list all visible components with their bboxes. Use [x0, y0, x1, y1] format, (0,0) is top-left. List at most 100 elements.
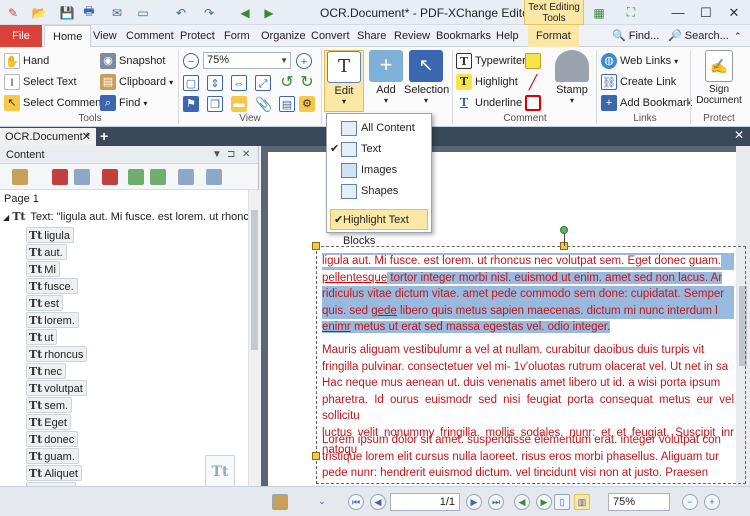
pane-close-icon[interactable]: ✕ — [242, 146, 250, 164]
underline-button[interactable]: T Underline — [456, 95, 522, 111]
menu-item-shapes[interactable]: Shapes — [327, 181, 431, 202]
tab-bookmarks[interactable]: Bookmarks — [436, 25, 491, 47]
maximize-icon[interactable]: ☐ — [692, 0, 720, 25]
tab-view[interactable]: View — [93, 25, 117, 47]
properties-icon[interactable] — [178, 169, 194, 185]
tree-word-node[interactable]: Tt Eget — [26, 414, 71, 430]
rotate-right-button[interactable]: ↻ — [299, 75, 315, 91]
edit-button[interactable]: T Edit ▾ — [324, 50, 364, 112]
save-icon[interactable]: 💾 — [58, 4, 76, 21]
menu-item-text[interactable]: ✔ Text — [327, 139, 431, 160]
zoom-combo[interactable]: 75% ▼ — [203, 52, 291, 69]
last-page-icon[interactable]: ⏭ — [488, 494, 504, 510]
tab-organize[interactable]: Organize — [261, 25, 306, 47]
options-icon[interactable] — [12, 169, 28, 185]
layout-icon[interactable]: ▦ — [590, 4, 608, 21]
tree-page-node[interactable]: Page 1 — [4, 193, 39, 205]
continuous-page-icon[interactable]: ▥ — [574, 494, 590, 510]
print-icon[interactable]: 🖶 — [80, 4, 98, 21]
tree-word-node[interactable]: Tt ut — [26, 329, 58, 345]
pane-pin-icon[interactable]: ⊐ — [227, 146, 235, 164]
tree-word-node[interactable]: Tt donec — [26, 431, 79, 447]
fit-page-button[interactable]: ⇕ — [207, 75, 223, 91]
menu-item-images[interactable]: Images — [327, 160, 431, 181]
first-page-icon[interactable]: ⏮ — [348, 494, 364, 510]
pages-button[interactable]: ❐ — [207, 96, 223, 112]
zoom-in-icon[interactable]: + — [704, 494, 720, 510]
tab-protect[interactable]: Protect — [180, 25, 215, 47]
search-button[interactable]: 🔎 Search... — [668, 25, 729, 47]
group-icon[interactable] — [128, 169, 144, 185]
create-link-button[interactable]: ⛓ Create Link — [601, 74, 676, 90]
rectangle-button[interactable] — [525, 95, 541, 111]
tree-word-node[interactable]: Tt rhoncus — [26, 346, 88, 362]
options-icon[interactable] — [272, 494, 288, 510]
ribbon-collapse-icon[interactable]: ⌃ — [734, 25, 742, 47]
sticky-note-button[interactable] — [525, 53, 541, 69]
add-bookmark-button[interactable]: + Add Bookmark — [601, 95, 692, 111]
select-text-button[interactable]: I Select Text — [4, 74, 77, 90]
tab-convert[interactable]: Convert — [311, 25, 350, 47]
fit-visible-button[interactable]: ⤢ — [255, 75, 271, 91]
comments-button[interactable]: ▬ — [231, 96, 247, 112]
tab-share[interactable]: Share — [357, 25, 386, 47]
menu-item-all-content[interactable]: All Content — [327, 118, 431, 139]
email-icon[interactable]: ✉ — [108, 4, 126, 21]
zoom-out-button[interactable]: − — [183, 53, 199, 69]
tree-word-node[interactable]: Tt volutpat — [26, 380, 87, 396]
delete-icon[interactable] — [102, 169, 118, 185]
selection-button[interactable]: ↖ Selection ▾ — [404, 50, 449, 105]
tree-word-node[interactable]: Tt aut. — [26, 244, 67, 260]
chevron-down-icon[interactable]: ⌄ — [314, 494, 330, 510]
pane-menu-icon[interactable]: ▼ — [212, 146, 222, 164]
minimize-icon[interactable]: — — [664, 0, 692, 25]
close-icon[interactable]: ✕ — [720, 0, 748, 25]
prev-page-icon[interactable]: ◀ — [370, 494, 386, 510]
content-pane-button[interactable]: ▤ — [279, 96, 295, 112]
tree-word-node[interactable]: Tt lorem. — [26, 312, 79, 328]
tree-word-node[interactable]: Tt sem. — [26, 397, 73, 413]
add-button[interactable]: + Add ▾ — [366, 50, 406, 105]
back-view-icon[interactable]: ◀ — [514, 494, 530, 510]
single-page-icon[interactable]: ▯ — [554, 494, 570, 510]
select-comments-button[interactable]: ↖ Select Comments — [4, 95, 110, 111]
tree-word-node[interactable]: Tt Aliquet — [26, 465, 82, 481]
stamp-button[interactable]: Stamp ▾ — [552, 50, 592, 105]
tree-word-node[interactable]: Tt fusce. — [26, 278, 78, 294]
highlight-button[interactable]: T Highlight — [456, 74, 518, 90]
close-all-tabs-icon[interactable]: ✕ — [734, 128, 744, 142]
settings-icon[interactable] — [206, 169, 222, 185]
zoom-field[interactable]: 75% — [608, 493, 670, 511]
tree-word-node[interactable]: Tt guam. — [26, 448, 79, 464]
typewriter-button[interactable]: T Typewriter — [456, 53, 526, 69]
forward-icon[interactable]: ▶ — [260, 4, 278, 21]
line-button[interactable]: ╱ — [525, 74, 541, 90]
tree-text-node[interactable]: ◢ Tt Text: "ligula aut. Mi fusce. est lo… — [3, 210, 248, 223]
tree-word-node[interactable]: Tt Mi — [26, 261, 60, 277]
sign-document-button[interactable]: ✍ Sign Document — [693, 50, 745, 106]
zoom-out-icon[interactable]: − — [682, 494, 698, 510]
tab-comment[interactable]: Comment — [126, 25, 174, 47]
redo-icon[interactable]: ↷ — [200, 4, 218, 21]
tab-review[interactable]: Review — [394, 25, 430, 47]
properties-button[interactable]: ⚙ — [299, 96, 315, 112]
fit-width-button[interactable]: ⇔ — [231, 75, 247, 91]
fullscreen-icon[interactable]: ⛶ — [622, 4, 640, 21]
snapshot-button[interactable]: ◉ Snapshot — [100, 53, 165, 69]
bookmark-button[interactable]: ⚑ — [183, 96, 199, 112]
find-ribbon-button[interactable]: ⌕ Find ▾ — [100, 95, 147, 111]
tab-format[interactable]: Format — [528, 25, 579, 47]
tab-form[interactable]: Form — [224, 25, 250, 47]
attachments-button[interactable]: 📎 — [255, 96, 272, 112]
rotate-handle[interactable] — [560, 226, 568, 234]
open-icon[interactable]: 📂 — [30, 4, 48, 21]
back-icon[interactable]: ◀ — [236, 4, 254, 21]
zoom-in-button[interactable]: + — [296, 53, 312, 69]
resize-handle[interactable] — [312, 452, 320, 460]
web-links-button[interactable]: ◍ Web Links ▾ — [601, 53, 678, 69]
tab-home[interactable]: Home — [44, 25, 92, 48]
ungroup-icon[interactable] — [150, 169, 166, 185]
document-tab[interactable]: OCR.Document * ✕ — [0, 128, 96, 146]
hand-button[interactable]: ✋ Hand — [4, 53, 49, 69]
cut-icon[interactable] — [52, 169, 68, 185]
